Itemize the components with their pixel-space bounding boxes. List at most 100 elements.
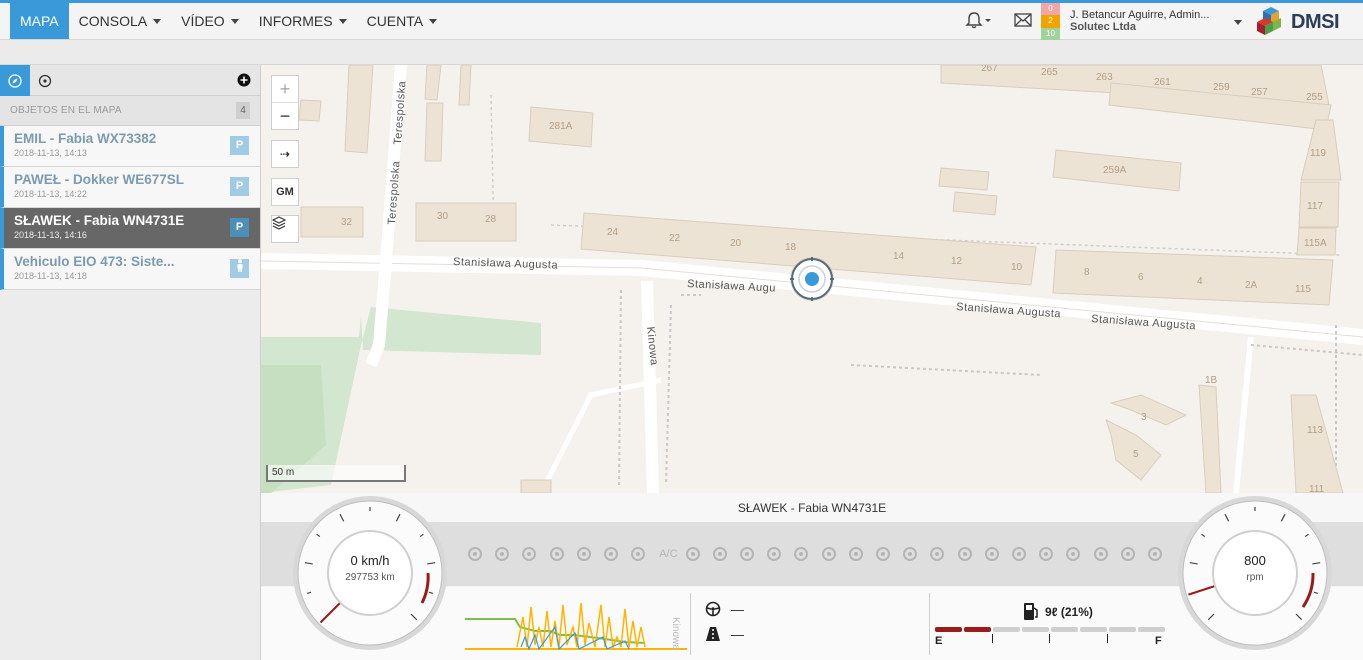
nav-cuenta-label: CUENTA — [366, 13, 424, 29]
fuel-segment — [993, 627, 1020, 632]
nav-informes-label: INFORMES — [258, 13, 333, 29]
logo-text: DMSI — [1291, 10, 1340, 33]
building-number: 22 — [669, 233, 681, 244]
building-number: 255 — [1306, 92, 1323, 103]
object-time: 2018-11-13, 14:22 — [14, 189, 87, 199]
fuel-segment — [1080, 627, 1107, 632]
object-name: Vehiculo EIO 473: Siste... — [14, 254, 175, 269]
building-number: 32 — [341, 217, 353, 228]
building-number: 259A — [1103, 165, 1127, 176]
user-menu-chevron-icon[interactable] — [1234, 20, 1242, 25]
building-number: 115A — [1304, 238, 1327, 249]
tab-target[interactable] — [30, 65, 60, 96]
object-time: 2018-11-13, 14:16 — [14, 230, 87, 240]
route-button[interactable]: ⇢ — [271, 140, 299, 168]
rpm-value: 800 — [1244, 553, 1266, 568]
tools-icon — [1037, 545, 1055, 563]
toolbar-strip — [0, 40, 1363, 65]
alert-counter-red: 0 — [1041, 3, 1060, 16]
fuel-level: 9ℓ (21%) — [1045, 605, 1093, 619]
high-beam-icon — [684, 545, 702, 563]
speedometer-icon — [548, 545, 566, 563]
object-item-slawek[interactable]: SŁAWEK - Fabia WN4731E 2018-11-13, 14:16… — [0, 208, 260, 249]
gm-button[interactable]: GM — [271, 178, 299, 206]
nav-cuenta[interactable]: CUENTA — [357, 3, 448, 39]
cloud-icon — [956, 545, 974, 563]
building-number: 267 — [981, 65, 998, 74]
road-icon — [706, 627, 720, 641]
building-number: 115 — [1295, 284, 1311, 295]
fog-light-icon — [711, 545, 729, 563]
seatbelt-icon — [792, 545, 810, 563]
building-number: 14 — [893, 251, 905, 262]
coolant-icon — [928, 545, 946, 563]
nav-video[interactable]: VÍDEO — [171, 3, 249, 39]
building-number: 20 — [730, 238, 742, 249]
fuel-tick — [992, 634, 993, 643]
building-number: 261 — [1154, 77, 1171, 88]
zoom-out-button[interactable]: − — [272, 103, 298, 130]
nav-consola-label: CONSOLA — [78, 13, 148, 29]
building-number: 1B — [1205, 375, 1218, 386]
object-item-pawel[interactable]: PAWEŁ - Dokker WE677SL 2018-11-13, 14:22… — [0, 167, 260, 208]
target-icon — [38, 74, 52, 87]
building-number: 5 — [1133, 449, 1139, 460]
user-menu[interactable]: J. Betancur Aguirre, Admin... Solutec Lt… — [1070, 9, 1209, 33]
fuel-empty-label: E — [935, 635, 943, 647]
fuel-gauge-bar — [935, 627, 1165, 632]
person-badge — [230, 259, 249, 278]
road-value: — — [731, 626, 744, 642]
chevron-down-icon — [338, 18, 347, 24]
nav-consola[interactable]: CONSOLA — [69, 3, 171, 39]
envelope-icon — [1014, 13, 1032, 27]
vehicle-marker[interactable] — [790, 257, 834, 301]
add-object-button[interactable] — [237, 73, 251, 92]
tab-compass[interactable] — [0, 65, 30, 96]
beacon-icon — [575, 545, 593, 563]
cube-logo-icon — [1257, 7, 1281, 35]
layers-button[interactable] — [271, 215, 299, 243]
alert-counters[interactable]: 0 2 10 — [1041, 3, 1060, 40]
object-time: 2018-11-13, 14:18 — [14, 271, 87, 281]
alert-counter-green: 10 — [1041, 27, 1060, 40]
building-number: 259 — [1213, 82, 1230, 93]
building-number: 28 — [485, 214, 497, 225]
street-road — [538, 377, 662, 493]
building-number: 111 — [1309, 484, 1325, 493]
notifications-button[interactable] — [965, 11, 993, 34]
objects-count: 4 — [236, 102, 250, 119]
parked-badge: P — [230, 218, 249, 237]
zoom-in-button[interactable]: + — [272, 76, 298, 103]
speed-value: 0 km/h — [350, 553, 390, 568]
warning-triangle-icon — [520, 545, 538, 563]
seat-icon — [493, 545, 511, 563]
building-number: 30 — [437, 211, 449, 222]
nav-mapa[interactable]: MAPA — [10, 3, 69, 39]
lock-icon — [602, 545, 620, 563]
messages-button[interactable] — [1014, 13, 1032, 32]
object-item-vehiculo[interactable]: Vehiculo EIO 473: Siste... 2018-11-13, 1… — [0, 249, 260, 290]
building-number: 265 — [1041, 67, 1058, 78]
divider — [690, 593, 691, 655]
object-item-emil[interactable]: EMIL - Fabia WX73382 2018-11-13, 14:13 P — [0, 126, 260, 167]
building-number: 263 — [1096, 72, 1113, 83]
street-road — [641, 280, 659, 493]
bell-icon — [965, 12, 991, 29]
building-number: 12 — [951, 256, 963, 267]
street-road — [1233, 336, 1254, 493]
fuel-segment — [1051, 627, 1078, 632]
building-number: 113 — [1307, 425, 1323, 436]
chevron-down-icon — [153, 18, 162, 24]
nav-informes[interactable]: INFORMES — [249, 3, 357, 39]
ac-icon: A/C — [659, 548, 678, 560]
activity-sparkline: Kinowa — [465, 602, 687, 651]
chart-side-label: Kinowa — [670, 617, 681, 650]
steering-row: — — [705, 601, 744, 617]
map-view[interactable]: 267 265 263 261 259 257 255 281A 259A 11… — [261, 65, 1363, 493]
car-open-icon — [847, 545, 865, 563]
parked-badge: P — [230, 136, 249, 155]
fuel-full-label: F — [1155, 635, 1162, 647]
building-number: 4 — [1197, 276, 1203, 287]
engine-icon — [1064, 545, 1082, 563]
building-number: 257 — [1251, 87, 1268, 98]
